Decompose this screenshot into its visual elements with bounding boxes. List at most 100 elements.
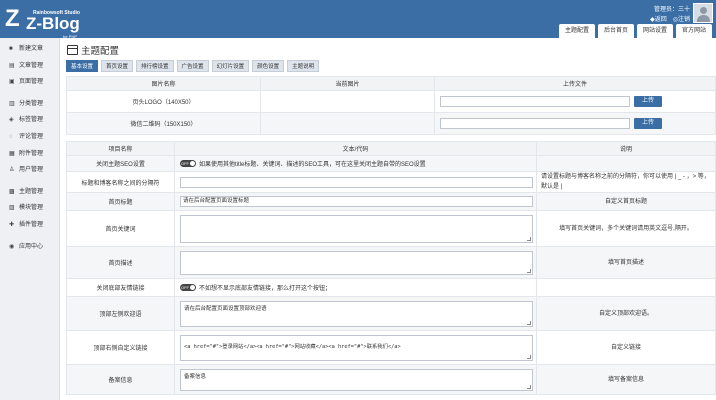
upload-field-wechat[interactable] [440, 118, 630, 129]
col-header-image-name: 图片名称 [66, 76, 261, 91]
logo-mark: Z [5, 5, 20, 32]
sidebar-item-icon: ✚ [9, 221, 15, 228]
sidebar: ■ 新建文章 ▤ 文章管理 ▣ 页面管理 ▥ 分类管理 ◈ 标签管理 ◌ 评论管理 ▦ 附件管理 ♙ 用户管理… [0, 38, 60, 400]
sidebar-item[interactable]: ▣ 页面管理 [0, 74, 59, 91]
settings-row: 关闭主题SEO设置 OFF 如果使用其他title标题、关键词、描述的SEO工具，可… [66, 155, 716, 172]
text-input[interactable]: 请在后台配置页面设置标题 [180, 196, 533, 207]
col-header-current-image: 当前图片 [260, 76, 435, 91]
sidebar-item-label: 应用中心 [19, 243, 44, 250]
sidebar-item-icon: ▣ [9, 79, 15, 86]
textarea-field[interactable] [180, 250, 533, 275]
textarea-field[interactable]: 请在后台配置页面设置顶部欢迎语 [180, 300, 533, 327]
sidebar-item[interactable]: ◉ 应用中心 [0, 239, 59, 256]
sidebar-item-label: 标签管理 [19, 117, 44, 124]
sidebar-item[interactable]: ◈ 标签管理 [0, 112, 59, 129]
settings-row: 备案信息 备案信息 填写备案信息 [66, 364, 716, 395]
setting-name: 关闭底部友情链接 [66, 278, 175, 297]
sidebar-item-icon: ▥ [9, 100, 15, 107]
upload-table: 图片名称 当前图片 上传文件 页头LOGO（140X50） 上传 微信二维码（1… [66, 76, 716, 135]
setting-name: 首页标题 [66, 192, 175, 211]
textarea-field[interactable]: 备案信息 [180, 368, 533, 391]
image-name-logo: 页头LOGO（140X50） [66, 90, 261, 113]
top-nav-tab[interactable]: 后台首页 [597, 24, 634, 38]
top-nav-tab[interactable]: 主题配置 [558, 24, 595, 38]
sidebar-item-label: 模块管理 [19, 205, 44, 212]
sidebar-item-label: 用户管理 [19, 167, 44, 174]
sidebar-item-label: 附件管理 [19, 150, 44, 157]
sidebar-item-icon: ■ [9, 46, 13, 52]
logo-name: Z-Blog [26, 14, 80, 33]
sidebar-item-label: 主题管理 [19, 188, 44, 195]
sidebar-item[interactable]: ▨ 模块管理 [0, 200, 59, 217]
setting-description [536, 278, 716, 297]
sidebar-item[interactable]: ◌ 评论管理 [0, 129, 59, 146]
toggle-description: 不如想不显示底部友情链接，那么打开这个按钮； [199, 286, 332, 292]
header-bar: Z Rainbowsoft Studio Z-Blog for PHP 管理员：… [0, 0, 716, 39]
sidebar-item[interactable]: ▩ 主题管理 [0, 184, 59, 201]
subtab[interactable]: 幻灯片设置 [211, 60, 250, 72]
setting-name: 关闭主题SEO设置 [66, 155, 175, 172]
sidebar-item[interactable]: ▥ 分类管理 [0, 96, 59, 113]
setting-description: 请设置标题与博客名称之前的分隔符，你可以使用 | _ - ，> 等，默认是 | [536, 171, 716, 193]
return-link[interactable]: ◆返回 [650, 17, 667, 23]
sidebar-item-icon: ▤ [9, 62, 15, 69]
subtab[interactable]: 基本设置 [66, 60, 99, 72]
top-nav-tab[interactable]: 官方网站 [675, 24, 712, 38]
sidebar-item-icon: ♙ [9, 167, 15, 174]
subtab[interactable]: 首页设置 [101, 60, 134, 72]
sidebar-item-label: 分类管理 [19, 100, 44, 107]
upload-button-wechat[interactable]: 上传 [634, 118, 663, 129]
sidebar-item[interactable]: ▤ 文章管理 [0, 58, 59, 75]
setting-name: 首页描述 [66, 246, 175, 279]
sidebar-item-icon: ▩ [9, 188, 15, 195]
text-input[interactable] [180, 176, 533, 188]
settings-row: 首页标题 请在后台配置页面设置标题 自定义首页标题 [66, 192, 716, 211]
sidebar-item[interactable]: ♙ 用户管理 [0, 162, 59, 179]
setting-name: 备案信息 [66, 364, 175, 395]
sidebar-item-label: 插件管理 [19, 221, 44, 228]
setting-value-cell: 请在后台配置页面设置标题 [174, 192, 537, 211]
setting-value-cell: 请在后台配置页面设置顶部欢迎语 [174, 296, 537, 331]
logout-link[interactable]: ◎注销 [673, 17, 690, 23]
subtab[interactable]: 颜色设置 [252, 60, 285, 72]
top-nav-tab[interactable]: 网站设置 [636, 24, 673, 38]
sidebar-item-label: 新建文章 [19, 46, 44, 52]
avatar[interactable] [693, 3, 713, 23]
logo-for: for PHP [63, 34, 78, 39]
setting-value-cell: OFF 不如想不显示底部友情链接，那么打开这个按钮； [174, 278, 537, 297]
user-info: 管理员：三十 ◆返回 ◎注销 [644, 5, 690, 25]
sidebar-item[interactable]: ■ 新建文章 [0, 41, 59, 58]
setting-name: 顶部左侧欢迎语 [66, 296, 175, 331]
setting-description [536, 155, 716, 172]
toggle-switch[interactable]: OFF [180, 160, 196, 167]
subtab[interactable]: 广告设置 [176, 60, 209, 72]
sidebar-item[interactable]: ✚ 插件管理 [0, 217, 59, 234]
textarea-field[interactable]: <a href="#">登录网站</a><a href="#">网站收藏</a>… [180, 334, 533, 361]
toggle-state-label: OFF [181, 161, 189, 166]
settings-row: 顶部左侧欢迎语 请在后台配置页面设置顶部欢迎语 自定义顶部欢迎语。 [66, 296, 716, 331]
subtab[interactable]: 主题说明 [287, 60, 320, 72]
upload-field-logo[interactable] [440, 96, 630, 107]
setting-value-cell [174, 171, 537, 193]
settings-table: 项目名称 文本/代码 说明 关闭主题SEO设置 OFF 如果使用其他title标题、… [66, 141, 716, 395]
setting-value-cell: 备案信息 [174, 364, 537, 395]
textarea-field[interactable] [180, 214, 533, 243]
settings-row: 标题和博客名称之间的分隔符 请设置标题与博客名称之前的分隔符，你可以使用 | _ … [66, 171, 716, 193]
subtab[interactable]: 排行榜设置 [136, 60, 174, 72]
setting-description: 自定义首页标题 [536, 192, 716, 211]
top-nav: 主题配置 后台首页 网站设置 官方网站 [556, 24, 712, 38]
col-header-item-name: 项目名称 [66, 141, 175, 156]
sidebar-item[interactable]: ▦ 附件管理 [0, 146, 59, 163]
col-header-upload-file: 上传文件 [434, 76, 716, 91]
setting-description: 自定义顶部欢迎语。 [536, 296, 716, 331]
settings-row: 顶部右侧自定义链接 <a href="#">登录网站</a><a href="#"… [66, 330, 716, 365]
upload-button-logo[interactable]: 上传 [634, 96, 663, 107]
setting-description: 填写首页关键词，多个关键词请用英文逗号,隔开。 [536, 210, 716, 247]
sidebar-item-icon: ▦ [9, 150, 15, 157]
setting-name: 首页关键词 [66, 210, 175, 247]
setting-value-cell [174, 210, 537, 247]
sidebar-item-icon: ▨ [9, 205, 15, 212]
settings-row: 首页描述 填写首页描述 [66, 246, 716, 279]
toggle-switch[interactable]: OFF [180, 284, 196, 291]
settings-row: 首页关键词 填写首页关键词，多个关键词请用英文逗号,隔开。 [66, 210, 716, 247]
